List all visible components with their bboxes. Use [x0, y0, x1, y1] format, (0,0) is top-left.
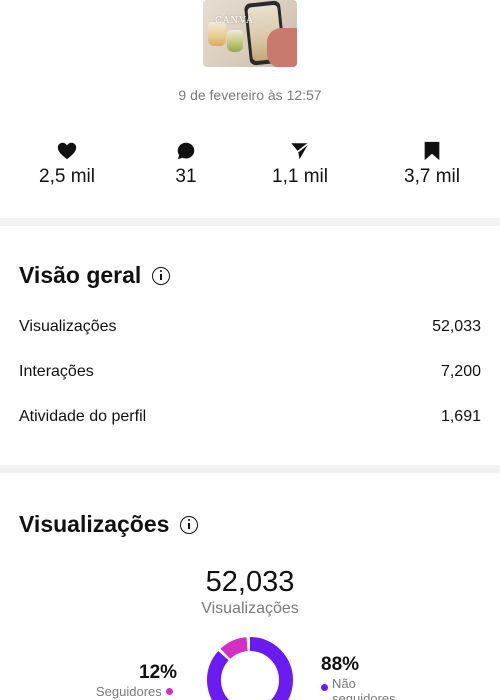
views-total: 52,033 — [205, 566, 295, 598]
overview-title: Visão geral — [19, 262, 171, 289]
info-icon[interactable] — [152, 266, 171, 285]
row-label: Interações — [19, 363, 94, 380]
thumbnail-hand — [267, 28, 297, 67]
heart-icon — [57, 142, 77, 160]
views-title-text: Visualizações — [19, 511, 170, 537]
saves-count: 3,7 mil — [404, 166, 460, 187]
non-followers-percent: 88% — [321, 654, 360, 675]
followers-donut-chart — [207, 637, 293, 700]
views-total-label: Visualizações — [201, 600, 299, 617]
row-label: Atividade do perfil — [19, 408, 147, 425]
non-followers-legend: Não seguidores — [321, 676, 422, 700]
comment-icon — [177, 142, 195, 160]
followers-legend: Seguidores — [96, 684, 173, 699]
post-date: 9 de fevereiro às 12:57 — [178, 87, 322, 103]
stat-shares[interactable]: 1,1 mil — [240, 140, 360, 188]
overview-row-interactions[interactable]: Interações 7,200 — [19, 363, 481, 381]
section-divider — [0, 218, 500, 226]
info-icon[interactable] — [180, 515, 199, 534]
non-followers-label: Não seguidores — [332, 676, 396, 700]
likes-count: 2,5 mil — [39, 166, 95, 187]
row-label: Visualizações — [19, 318, 117, 335]
section-divider — [0, 465, 500, 473]
post-thumbnail[interactable]: CANVA — [203, 0, 297, 67]
non-followers-color-dot — [321, 684, 328, 691]
stat-saves[interactable]: 3,7 mil — [372, 140, 492, 188]
followers-color-dot — [165, 688, 173, 695]
engagement-stats: 2,5 mil 31 1,1 mil 3,7 mil — [0, 140, 500, 192]
followers-percent: 12% — [139, 662, 178, 683]
overview-title-text: Visão geral — [19, 262, 142, 288]
share-icon — [291, 142, 310, 160]
views-title: Visualizações — [19, 511, 199, 538]
shares-count: 1,1 mil — [272, 166, 328, 187]
row-value: 1,691 — [440, 408, 481, 425]
comments-count: 31 — [175, 166, 197, 187]
overview-row-profile-activity[interactable]: Atividade do perfil 1,691 — [19, 408, 481, 426]
overview-row-views[interactable]: Visualizações 52,033 — [19, 318, 481, 336]
thumbnail-glass — [227, 30, 243, 52]
stat-likes[interactable]: 2,5 mil — [7, 140, 127, 188]
thumbnail-text: CANVA — [215, 16, 254, 26]
followers-label: Seguidores — [96, 684, 162, 699]
row-value: 52,033 — [432, 318, 481, 335]
stat-comments[interactable]: 31 — [126, 140, 246, 188]
row-value: 7,200 — [440, 363, 481, 380]
bookmark-icon — [424, 141, 440, 161]
